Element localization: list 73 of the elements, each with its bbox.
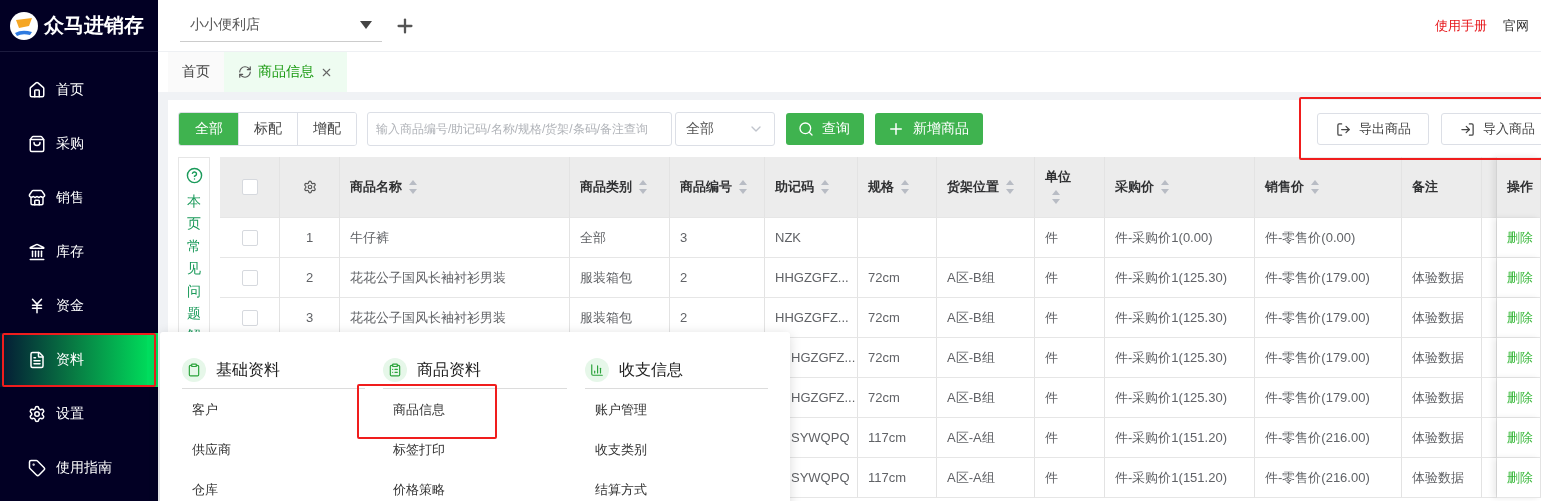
table-cell: 3: [680, 230, 688, 245]
table-cell: 花花公子国风长袖衬衫男装: [350, 308, 506, 327]
column-header: 单位: [1045, 168, 1071, 186]
table-cell: A区-B组: [947, 308, 995, 327]
table-cell: 72cm: [868, 270, 900, 285]
table-cell: SYWQPQ: [791, 470, 850, 485]
row-number: 1: [305, 230, 314, 245]
table-cell: 2: [680, 310, 688, 325]
table-cell: 2: [680, 270, 688, 285]
row-number: 3: [305, 310, 314, 325]
table-cell: 件: [1045, 348, 1058, 367]
table-cell: 件-零售价(179.00): [1265, 388, 1370, 407]
table-cell: 件-采购价1(125.30): [1115, 308, 1227, 327]
table-cell: HHGZGFZ...: [775, 270, 849, 285]
table-cell: SYWQPQ: [791, 430, 850, 445]
table-cell: 件: [1045, 228, 1058, 247]
table-cell: 牛仔裤: [350, 228, 389, 247]
table-cell: A区-B组: [947, 388, 995, 407]
column-header: 助记码: [775, 178, 814, 196]
column-header: 操作: [1507, 178, 1533, 196]
column-header: 采购价: [1115, 178, 1154, 196]
table-cell: 体验数据: [1412, 468, 1464, 487]
table-cell: 件: [1045, 468, 1058, 487]
table-cell: A区-B组: [947, 268, 995, 287]
row-number: 2: [305, 270, 314, 285]
column-header: 备注: [1412, 178, 1438, 196]
column-header: 商品编号: [680, 178, 732, 196]
table-cell: 72cm: [868, 310, 900, 325]
table-cell: 件-零售价(179.00): [1265, 308, 1370, 327]
table-cell: 件: [1045, 388, 1058, 407]
table-cell: 件-采购价1(151.20): [1115, 468, 1227, 487]
table-cell: 117cm: [868, 470, 907, 485]
table-cell: HGZGFZ...: [791, 350, 856, 365]
table-cell: 117cm: [868, 430, 907, 445]
group-title: 商品资料: [417, 359, 482, 380]
table-cell: 件-零售价(179.00): [1265, 348, 1370, 367]
table-cell: 件-零售价(216.00): [1265, 468, 1370, 487]
column-header: 规格: [868, 178, 894, 196]
table-cell: 件: [1045, 428, 1058, 447]
table-cell: 体验数据: [1412, 388, 1464, 407]
table-cell: 件-采购价1(151.20): [1115, 428, 1227, 447]
table-cell: 体验数据: [1412, 308, 1464, 327]
table-cell: 体验数据: [1412, 348, 1464, 367]
table-cell: NZK: [775, 230, 801, 245]
table-cell: 体验数据: [1412, 428, 1464, 447]
table-cell: 件-零售价(179.00): [1265, 268, 1370, 287]
table-cell: 件-采购价1(0.00): [1115, 228, 1213, 247]
table-cell: HHGZGFZ...: [775, 310, 849, 325]
table-cell: 件-采购价1(125.30): [1115, 388, 1227, 407]
table-cell: A区-A组: [947, 468, 995, 487]
table-cell: 件-采购价1(125.30): [1115, 268, 1227, 287]
table-cell: 体验数据: [1412, 268, 1464, 287]
table-cell: 件-零售价(0.00): [1265, 228, 1356, 247]
table-cell: 服装箱包: [580, 308, 632, 327]
column-header: 销售价: [1265, 178, 1304, 196]
table-cell: 件: [1045, 268, 1058, 287]
group-title: 收支信息: [618, 359, 683, 380]
table-cell: HGZGFZ...: [791, 390, 856, 405]
column-header: 商品名称: [350, 178, 402, 196]
table-cell: A区-A组: [947, 428, 995, 447]
table-cell: 72cm: [868, 350, 900, 365]
table-cell: 服装箱包: [580, 268, 632, 287]
table-cell: 花花公子国风长袖衬衫男装: [350, 268, 506, 287]
table-cell: 全部: [580, 228, 606, 247]
table-cell: 件-零售价(216.00): [1265, 428, 1370, 447]
table-cell: 件-采购价1(125.30): [1115, 348, 1227, 367]
column-header: 货架位置: [947, 178, 999, 196]
table-cell: 件: [1045, 308, 1058, 327]
table-cell: A区-B组: [947, 348, 995, 367]
table-cell: 72cm: [868, 390, 900, 405]
column-header: 商品类别: [580, 178, 632, 196]
group-title: 基础资料: [216, 359, 280, 380]
app-title: 众马进销存: [44, 13, 144, 38]
